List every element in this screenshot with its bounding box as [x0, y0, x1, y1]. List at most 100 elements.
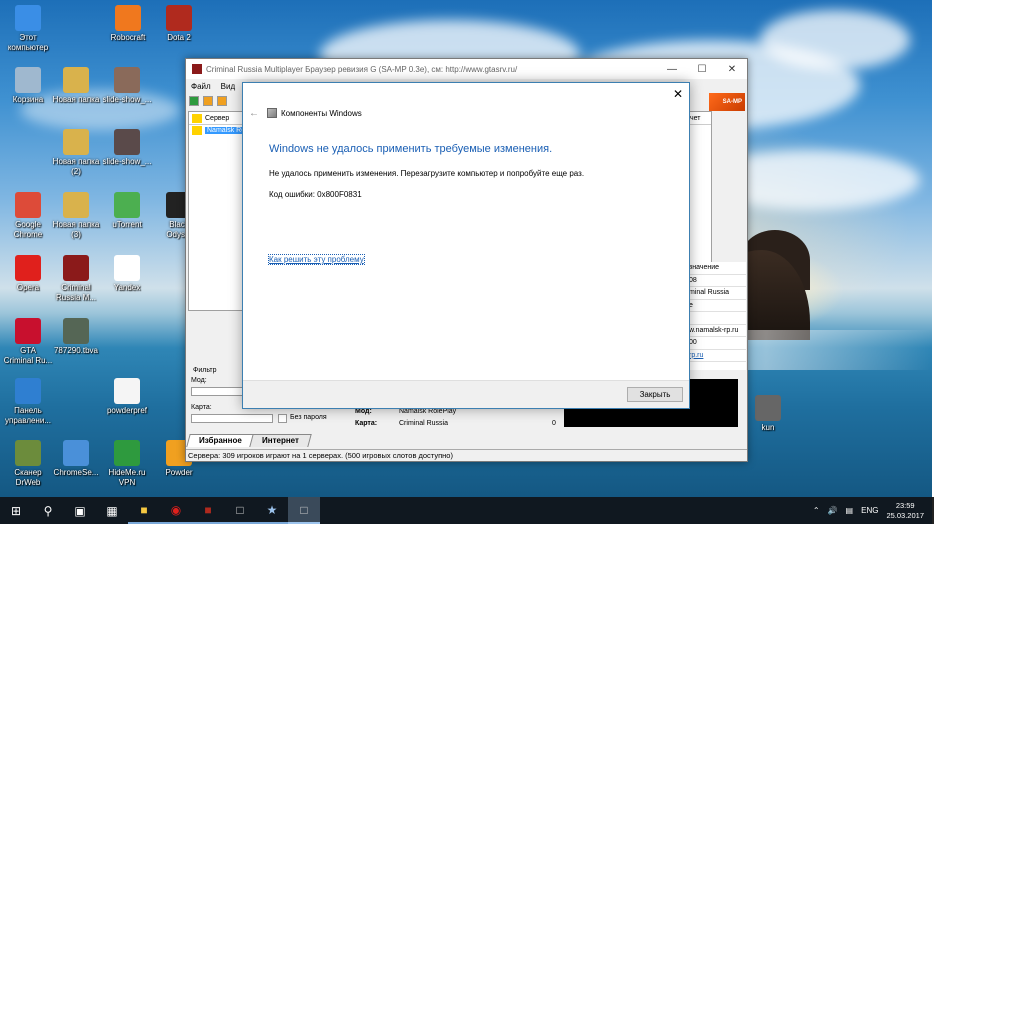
app-titlebar[interactable]: Criminal Russia Multiplayer Браузер реви… [186, 59, 747, 79]
close-icon[interactable]: ✕ [673, 87, 683, 101]
help-link[interactable]: Как решить эту проблему [268, 254, 365, 265]
desktop-shortcut-label: Dota 2 [167, 33, 191, 42]
desktop-shortcut[interactable]: Robocraft [100, 5, 156, 43]
recycle-bin-icon [15, 67, 41, 93]
info-value: 08 [687, 275, 746, 287]
criminal-russia-icon [63, 255, 89, 281]
desktop-shortcut[interactable]: HideMe.ru VPN [99, 440, 155, 488]
desktop-shortcut[interactable]: Criminal Russia M... [48, 255, 104, 303]
chrome-icon [15, 192, 41, 218]
dialog-title: Windows не удалось применить требуемые и… [269, 143, 553, 155]
detail-map-value: Criminal Russia [399, 420, 449, 427]
chevron-up-icon[interactable]: ⌃ [813, 506, 820, 515]
desktop-shortcut[interactable]: slide-show_... [99, 67, 155, 105]
refresh-icon[interactable] [217, 96, 227, 106]
desktop-shortcut-label: Новая папка (2) [52, 157, 100, 176]
desktop-shortcut[interactable]: Новая папка (3) [48, 192, 104, 240]
desktop-shortcut-label: Этот компьютер [7, 33, 49, 52]
lock-icon [192, 113, 202, 123]
desktop-shortcut-label: kun [761, 423, 775, 432]
desktop-shortcut-label: slide-show_... [102, 157, 152, 166]
robocraft-icon [115, 5, 141, 31]
favorite-icon[interactable] [203, 96, 213, 106]
notification-icon[interactable]: ▤ [846, 506, 854, 515]
lock-icon [192, 125, 202, 135]
clock-date: 25.03.2017 [886, 510, 924, 520]
detail-mod-key: Мод: [355, 408, 372, 415]
info-value [687, 312, 746, 325]
desktop-shortcut[interactable]: kun [740, 395, 796, 433]
desktop-shortcut[interactable]: powderpref [99, 378, 155, 416]
desktop-shortcut[interactable]: Новая папка [48, 67, 104, 105]
desktop-shortcut-label: Robocraft [110, 33, 146, 42]
desktop-shortcut-label: Criminal Russia M... [55, 283, 96, 302]
folder-icon [63, 67, 89, 93]
app-icon [192, 64, 202, 74]
file-icon [755, 395, 781, 421]
search-icon[interactable]: ⚲ [32, 497, 64, 524]
filter-title: Фильтр [193, 367, 217, 374]
close-icon[interactable]: ✕ [717, 64, 747, 75]
criminal-russia-icon[interactable]: ■ [192, 497, 224, 524]
desktop-shortcut-label: Новая папка (3) [52, 220, 100, 239]
menu-view[interactable]: Вид [221, 82, 235, 91]
connect-icon[interactable] [189, 96, 199, 106]
desktop-shortcut[interactable]: Этот компьютер [0, 5, 56, 53]
samp-logo: SA-MP [709, 93, 745, 111]
desktop-screen: Этот компьютер Robocraft Dota 2 Корзина Нова… [0, 0, 932, 524]
map-label: Карта: [191, 404, 212, 411]
windows-features-icon [267, 108, 277, 118]
opera-icon[interactable]: ◉ [160, 497, 192, 524]
store-icon[interactable]: ▦ [96, 497, 128, 524]
detail-map-key: Карта: [355, 420, 378, 427]
desktop-shortcut-label: HideMe.ru VPN [108, 468, 146, 487]
windows-features-icon[interactable]: □ [288, 497, 320, 524]
dialog-message: Не удалось применить изменения. Перезагр… [269, 169, 585, 178]
close-button[interactable]: Закрыть [627, 387, 683, 402]
back-arrow-icon[interactable]: ← [249, 108, 259, 119]
map-filter-input[interactable] [191, 414, 273, 423]
folder-icon [63, 192, 89, 218]
gta-icon[interactable]: ★ [256, 497, 288, 524]
windows-features-dialog: ✕ ← Компоненты Windows Windows не удалос… [242, 82, 690, 409]
screen-edge [932, 497, 934, 524]
info-link[interactable]: rp.ru [687, 350, 746, 362]
task-view-icon[interactable]: ▣ [64, 497, 96, 524]
volume-icon[interactable]: 🔊 [828, 506, 838, 515]
utorrent-icon [114, 192, 140, 218]
start-button[interactable]: ⊞ [0, 497, 32, 524]
app-statusbar: Сервера: 309 игроков играют на 1 сервера… [186, 449, 747, 461]
desktop-shortcut-label: ChromeSe... [53, 468, 99, 477]
desktop-shortcut[interactable]: Dota 2 [151, 5, 207, 43]
desktop-shortcut[interactable]: Yandex [99, 255, 155, 293]
document-icon [114, 378, 140, 404]
clock[interactable]: 23:59 25.03.2017 [886, 501, 924, 521]
info-value: w.namalsk-rp.ru [687, 325, 746, 337]
explorer-icon[interactable]: ■ [128, 497, 160, 524]
desktop-shortcut[interactable]: 787290.tbva [48, 318, 104, 356]
system-tray: ⌃ 🔊 ▤ ENG 23:59 25.03.2017 [813, 501, 932, 521]
minimize-icon[interactable]: — [657, 64, 687, 75]
maximize-icon[interactable]: ☐ [687, 64, 717, 75]
desktop-shortcut[interactable]: uTorrent [99, 192, 155, 230]
desktop-shortcut[interactable]: slide-show_... [99, 129, 155, 167]
detail-side-value: 0 [552, 420, 556, 427]
desktop-shortcut[interactable]: ChromeSe... [48, 440, 104, 478]
desktop-shortcut[interactable]: Панель управлени... [0, 378, 56, 426]
language-indicator[interactable]: ENG [861, 506, 878, 515]
app-icon[interactable]: □ [224, 497, 256, 524]
taskbar: ⊞ ⚲ ▣ ▦ ■ ◉ ■ □ ★ □ ⌃ 🔊 ▤ ENG 23:59 25.0… [0, 497, 932, 524]
desktop-shortcut[interactable]: Новая папка (2) [48, 129, 104, 177]
menu-file[interactable]: Файл [191, 82, 211, 91]
vpn-icon [114, 440, 140, 466]
clock-time: 23:59 [895, 500, 915, 510]
detail-mod-value: Namalsk RolePlay [399, 408, 457, 415]
no-password-checkbox[interactable] [278, 414, 287, 423]
image-file-icon [114, 129, 140, 155]
info-value: e [687, 300, 746, 312]
dialog-header: Компоненты Windows [267, 108, 362, 118]
control-panel-icon [15, 378, 41, 404]
tab-favorites[interactable]: Избранное [186, 434, 255, 447]
tab-internet[interactable]: Интернет [249, 434, 312, 447]
server-info-panel: значение 08 minal Russia e w.namalsk-rp.… [686, 262, 746, 370]
